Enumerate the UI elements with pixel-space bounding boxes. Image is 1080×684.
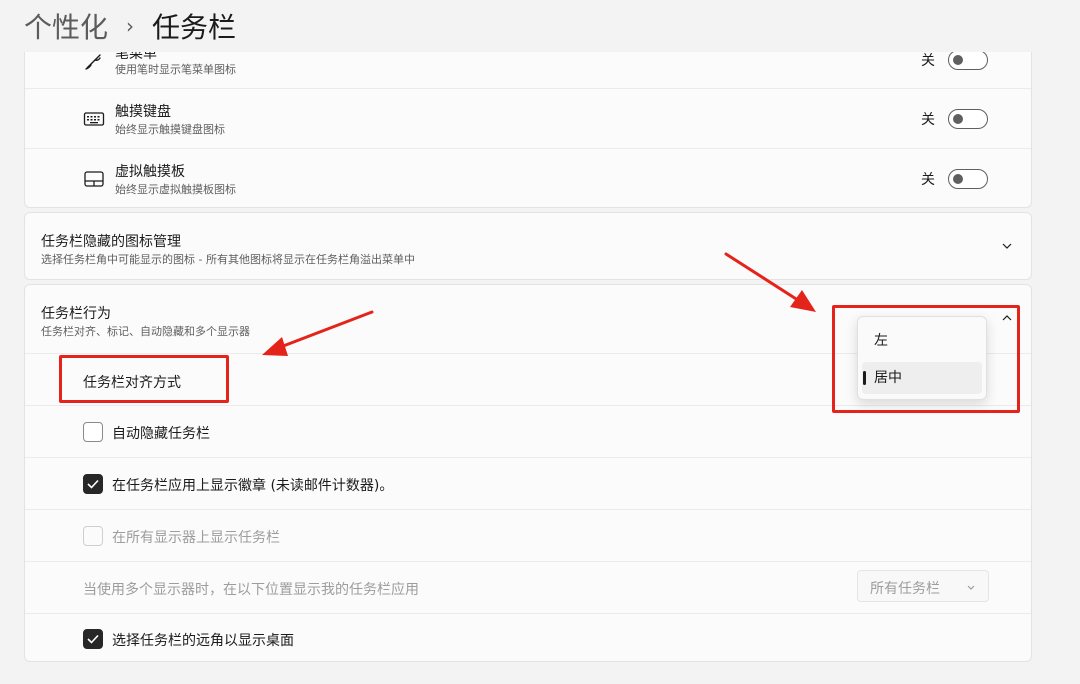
breadcrumb-separator: ›	[126, 14, 135, 38]
breadcrumb-overlay: 个性化 › 任务栏	[24, 4, 236, 48]
annotation-arrow-to-menu	[724, 252, 816, 312]
annotation-arrow-to-label	[262, 310, 374, 356]
breadcrumb-parent[interactable]: 个性化	[24, 6, 108, 46]
annotation-arrows	[262, 252, 816, 356]
page-title: 任务栏	[152, 11, 237, 44]
